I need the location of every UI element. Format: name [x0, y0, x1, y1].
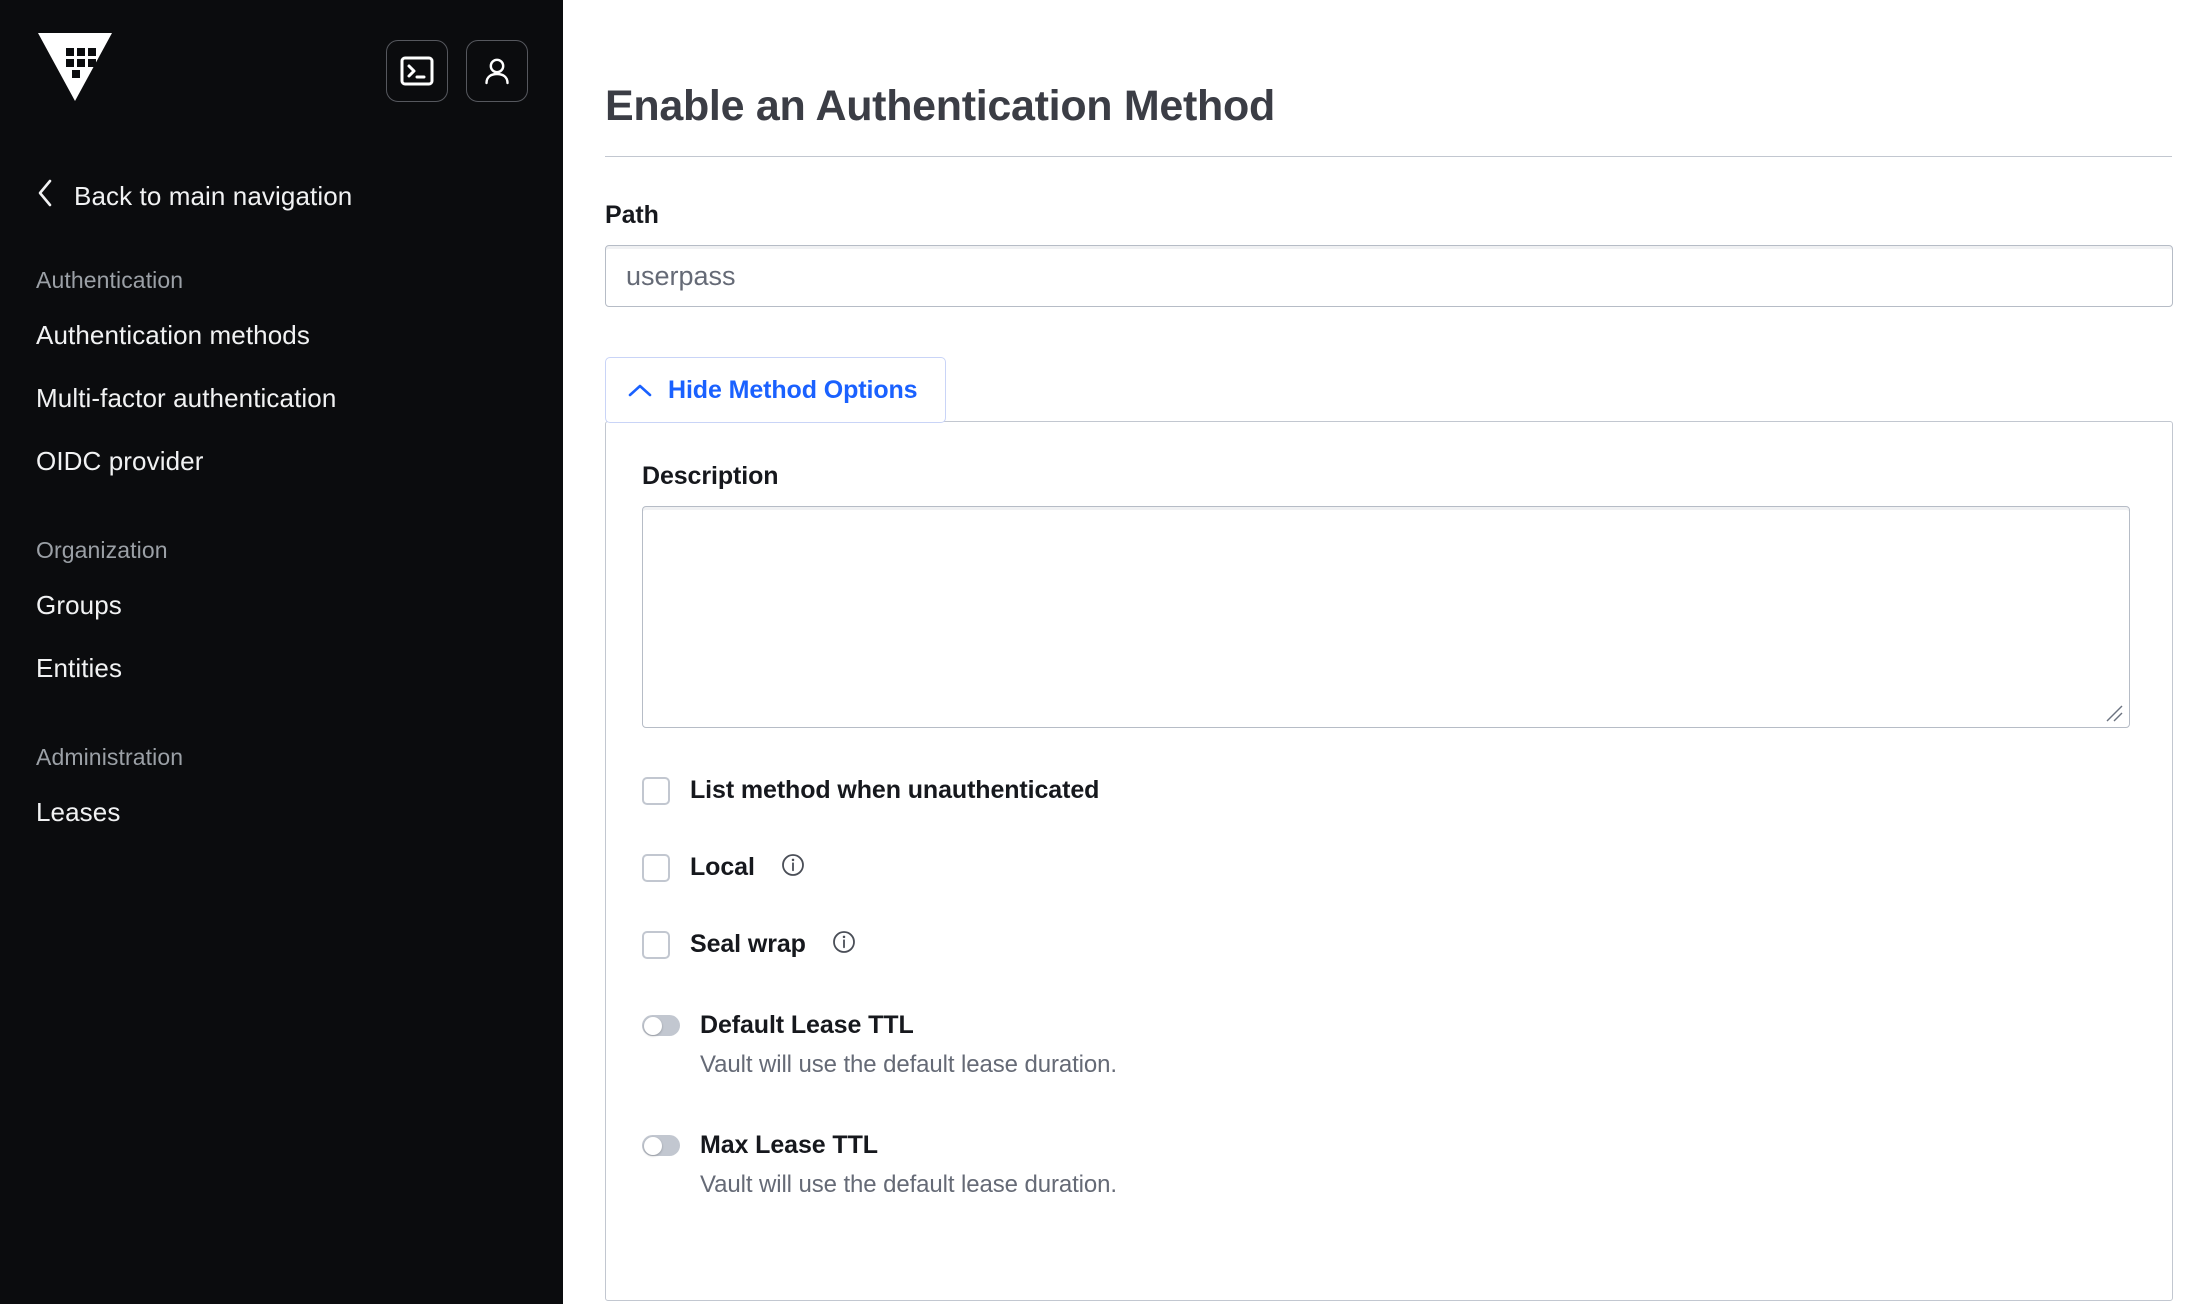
sidebar-item-multi-factor-authentication[interactable]: Multi-factor authentication	[0, 367, 563, 430]
path-field-label: Path	[605, 201, 659, 229]
nav-group-organization: Organization Groups Entities	[0, 537, 563, 700]
local-label: Local	[690, 853, 755, 881]
back-to-main-navigation-link[interactable]: Back to main navigation	[0, 178, 563, 213]
list-method-unauthenticated-label: List method when unauthenticated	[690, 776, 1100, 804]
hide-method-options-button[interactable]: Hide Method Options	[605, 357, 947, 423]
default-lease-ttl-row: Default Lease TTL Vault will use the def…	[642, 1011, 2134, 1079]
local-row: Local	[642, 853, 2134, 882]
sidebar-item-leases[interactable]: Leases	[0, 781, 563, 844]
default-lease-ttl-help: Vault will use the default lease duratio…	[700, 1051, 1117, 1078]
list-method-unauthenticated-checkbox[interactable]	[642, 776, 670, 805]
nav-group-administration: Administration Leases	[0, 744, 563, 844]
nav-section-title-authentication: Authentication	[36, 267, 184, 293]
max-lease-ttl-help: Vault will use the default lease duratio…	[700, 1171, 1117, 1198]
sidebar-item-oidc-provider[interactable]: OIDC provider	[0, 430, 563, 493]
local-info-icon[interactable]	[781, 853, 805, 882]
console-toggle-button[interactable]	[386, 40, 448, 102]
sidebar-header	[0, 0, 563, 104]
sidebar-item-authentication-methods[interactable]: Authentication methods	[0, 304, 563, 367]
page-title: Enable an Authentication Method	[605, 82, 2172, 157]
sidebar-action-buttons	[386, 40, 528, 102]
app-root: Back to main navigation Authentication A…	[0, 0, 2202, 1304]
user-menu-button[interactable]	[466, 40, 528, 102]
main-content: Enable an Authentication Method Path use…	[563, 0, 2202, 1304]
sidebar: Back to main navigation Authentication A…	[0, 0, 563, 1304]
resize-handle-icon[interactable]	[2103, 702, 2125, 724]
chevron-left-icon	[36, 178, 54, 213]
default-lease-ttl-label: Default Lease TTL	[700, 1011, 914, 1039]
max-lease-ttl-row: Max Lease TTL Vault will use the default…	[642, 1131, 2134, 1199]
sidebar-navigation: Authentication Authentication methods Mu…	[0, 267, 563, 844]
nav-section-title-organization: Organization	[36, 537, 168, 563]
sidebar-item-entities[interactable]: Entities	[0, 637, 563, 700]
nav-group-authentication: Authentication Authentication methods Mu…	[0, 267, 563, 493]
method-options-panel: Description List method when unauthentic	[605, 421, 2173, 1301]
default-lease-ttl-toggle[interactable]	[642, 1015, 680, 1036]
sidebar-item-groups[interactable]: Groups	[0, 574, 563, 637]
back-link-label: Back to main navigation	[74, 180, 353, 211]
list-method-unauthenticated-row: List method when unauthenticated	[642, 776, 2134, 805]
terminal-icon	[400, 56, 434, 86]
nav-section-title-administration: Administration	[36, 744, 184, 770]
seal-wrap-info-icon[interactable]	[832, 930, 856, 959]
max-lease-ttl-label: Max Lease TTL	[700, 1131, 878, 1159]
path-input[interactable]: userpass	[605, 245, 2173, 307]
vault-logo-icon[interactable]	[36, 30, 114, 104]
user-icon	[481, 55, 513, 87]
description-textarea[interactable]	[642, 506, 2130, 728]
hide-method-options-label: Hide Method Options	[668, 375, 918, 404]
method-options-section: Hide Method Options Description List met…	[605, 357, 2173, 1301]
local-checkbox[interactable]	[642, 853, 670, 882]
chevron-up-icon	[628, 383, 652, 398]
seal-wrap-row: Seal wrap	[642, 930, 2134, 959]
seal-wrap-label: Seal wrap	[690, 930, 806, 958]
description-field-label: Description	[642, 462, 779, 490]
max-lease-ttl-toggle[interactable]	[642, 1135, 680, 1156]
seal-wrap-checkbox[interactable]	[642, 930, 670, 959]
